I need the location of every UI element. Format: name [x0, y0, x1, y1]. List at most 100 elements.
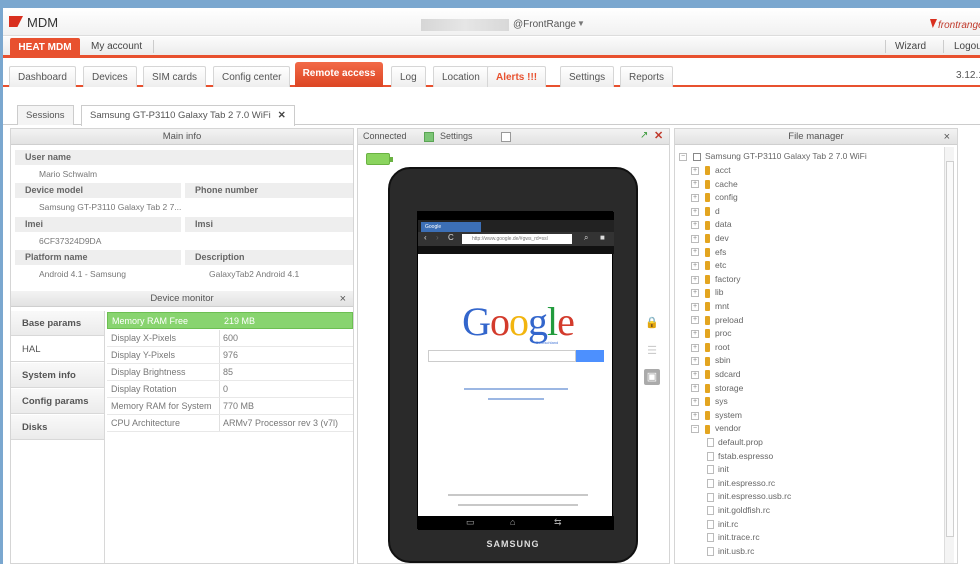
- file-item[interactable]: fstab.espresso: [707, 450, 773, 464]
- expand-icon[interactable]: +: [691, 193, 699, 202]
- folder-item[interactable]: + preload: [691, 314, 743, 328]
- expand-icon[interactable]: +: [691, 357, 699, 366]
- google-link[interactable]: [488, 398, 544, 400]
- url-field[interactable]: http://www.google.de/#gws_rd=ssl: [462, 234, 572, 244]
- expand-icon[interactable]: +: [691, 316, 699, 325]
- folder-item[interactable]: + etc: [691, 259, 726, 273]
- expand-icon[interactable]: +: [691, 248, 699, 257]
- tab-remote-access[interactable]: Remote access: [295, 62, 383, 87]
- search-icon[interactable]: ⌕: [584, 233, 588, 243]
- folder-item[interactable]: + dev: [691, 232, 729, 246]
- folder-item[interactable]: + acct: [691, 164, 731, 178]
- bookmark-icon[interactable]: ■: [600, 233, 605, 242]
- connected-checkbox[interactable]: [424, 132, 434, 142]
- expand-icon[interactable]: +: [691, 384, 699, 393]
- expand-icon[interactable]: +: [691, 261, 699, 270]
- file-item[interactable]: init.goldfish.rc: [707, 504, 770, 518]
- account-select[interactable]: @FrontRange ▼: [421, 17, 591, 33]
- file-manager-scrollbar[interactable]: [944, 147, 954, 563]
- file-item[interactable]: init.usb.rc: [707, 545, 754, 559]
- close-icon[interactable]: ×: [340, 291, 346, 307]
- menu-wizard[interactable]: Wizard: [895, 41, 926, 52]
- close-icon[interactable]: ✕: [278, 110, 286, 121]
- monitor-row[interactable]: Display Brightness 85: [107, 364, 353, 381]
- dm-tab-hal[interactable]: HAL: [11, 337, 104, 362]
- google-search-input[interactable]: [428, 350, 576, 362]
- screenshot-icon[interactable]: ▣: [644, 369, 660, 385]
- folder-item[interactable]: + d: [691, 205, 720, 219]
- google-search-button[interactable]: [576, 350, 604, 362]
- tree-root[interactable]: − Samsung GT-P3110 Galaxy Tab 2 7.0 WiFi: [679, 150, 867, 164]
- expand-icon[interactable]: +: [691, 221, 699, 230]
- menu-heat-mdm[interactable]: HEAT MDM: [10, 38, 80, 58]
- file-item[interactable]: init.rc: [707, 518, 738, 532]
- expand-icon[interactable]: +: [691, 370, 699, 379]
- dm-tab-system-info[interactable]: System info: [11, 363, 104, 388]
- expand-icon[interactable]: ↗: [640, 130, 648, 141]
- tab-settings[interactable]: Settings: [560, 66, 615, 87]
- monitor-row[interactable]: Display X-Pixels 600: [107, 330, 353, 347]
- tab-sim-cards[interactable]: SIM cards: [143, 66, 207, 87]
- file-item[interactable]: init: [707, 463, 729, 477]
- expand-icon[interactable]: +: [691, 411, 699, 420]
- close-icon[interactable]: ×: [944, 129, 950, 145]
- monitor-row[interactable]: Display Rotation 0: [107, 381, 353, 398]
- expand-icon[interactable]: +: [691, 166, 699, 175]
- folder-item[interactable]: + system: [691, 409, 742, 423]
- monitor-row[interactable]: Memory RAM Free 219 MB: [107, 312, 353, 329]
- scrollbar-thumb[interactable]: [946, 161, 954, 537]
- folder-item[interactable]: + root: [691, 341, 730, 355]
- folder-item[interactable]: + efs: [691, 246, 726, 260]
- google-link[interactable]: [464, 388, 568, 390]
- expand-icon[interactable]: +: [691, 180, 699, 189]
- tab-config-center[interactable]: Config center: [213, 66, 291, 87]
- dm-tab-config-params[interactable]: Config params: [11, 389, 104, 414]
- file-item[interactable]: init.espresso.usb.rc: [707, 490, 791, 504]
- back-icon[interactable]: ‹: [424, 233, 427, 242]
- tab-alerts[interactable]: Alerts !!!: [487, 66, 547, 87]
- expand-icon[interactable]: +: [691, 234, 699, 243]
- folder-item[interactable]: + config: [691, 191, 738, 205]
- folder-item[interactable]: + data: [691, 218, 732, 232]
- folder-item[interactable]: + sys: [691, 395, 728, 409]
- settings-checkbox[interactable]: [501, 132, 511, 142]
- forward-icon[interactable]: ›: [436, 233, 439, 242]
- expand-icon[interactable]: +: [691, 207, 699, 216]
- tab-reports[interactable]: Reports: [620, 66, 674, 87]
- dm-tab-base-params[interactable]: Base params: [11, 311, 104, 336]
- folder-item[interactable]: + proc: [691, 327, 732, 341]
- folder-item[interactable]: + sdcard: [691, 368, 741, 382]
- menu-my-account[interactable]: My account: [91, 41, 142, 52]
- tab-sessions[interactable]: Sessions: [17, 105, 74, 125]
- monitor-row[interactable]: CPU Architecture ARMv7 Processor rev 3 (v…: [107, 415, 353, 432]
- folder-item[interactable]: + mnt: [691, 300, 729, 314]
- expand-icon[interactable]: +: [691, 329, 699, 338]
- expand-icon[interactable]: +: [691, 397, 699, 406]
- file-item[interactable]: init.trace.rc: [707, 531, 760, 545]
- back-nav-icon[interactable]: ▭: [466, 517, 475, 528]
- expand-icon[interactable]: +: [691, 275, 699, 284]
- monitor-row[interactable]: Display Y-Pixels 976: [107, 347, 353, 364]
- dm-tab-disks[interactable]: Disks: [11, 415, 104, 440]
- folder-item[interactable]: + storage: [691, 382, 743, 396]
- file-item[interactable]: default.prop: [707, 436, 763, 450]
- reload-icon[interactable]: C: [448, 233, 454, 242]
- tab-device-session[interactable]: Samsung GT-P3110 Galaxy Tab 2 7.0 WiFi ✕: [81, 105, 295, 126]
- expand-icon[interactable]: +: [691, 289, 699, 298]
- expand-icon[interactable]: +: [691, 343, 699, 352]
- expand-icon[interactable]: −: [691, 425, 699, 434]
- home-nav-icon[interactable]: ⌂: [510, 517, 515, 527]
- recent-apps-icon[interactable]: ⇆: [554, 517, 562, 528]
- lock-icon[interactable]: 🔒: [644, 315, 660, 331]
- tab-dashboard[interactable]: Dashboard: [9, 66, 76, 87]
- tab-devices[interactable]: Devices: [83, 66, 137, 87]
- device-screen[interactable]: Google ‹ › C http://www.google.de/#gws_r…: [417, 211, 614, 530]
- browser-tab[interactable]: Google: [421, 222, 481, 232]
- folder-item[interactable]: + lib: [691, 286, 724, 300]
- folder-item[interactable]: − vendor: [691, 422, 741, 436]
- monitor-row[interactable]: Memory RAM for System 770 MB: [107, 398, 353, 415]
- menu-logout[interactable]: Logou: [954, 41, 980, 52]
- close-icon[interactable]: ✕: [654, 129, 663, 142]
- expand-icon[interactable]: +: [691, 302, 699, 311]
- file-item[interactable]: init.espresso.rc: [707, 477, 775, 491]
